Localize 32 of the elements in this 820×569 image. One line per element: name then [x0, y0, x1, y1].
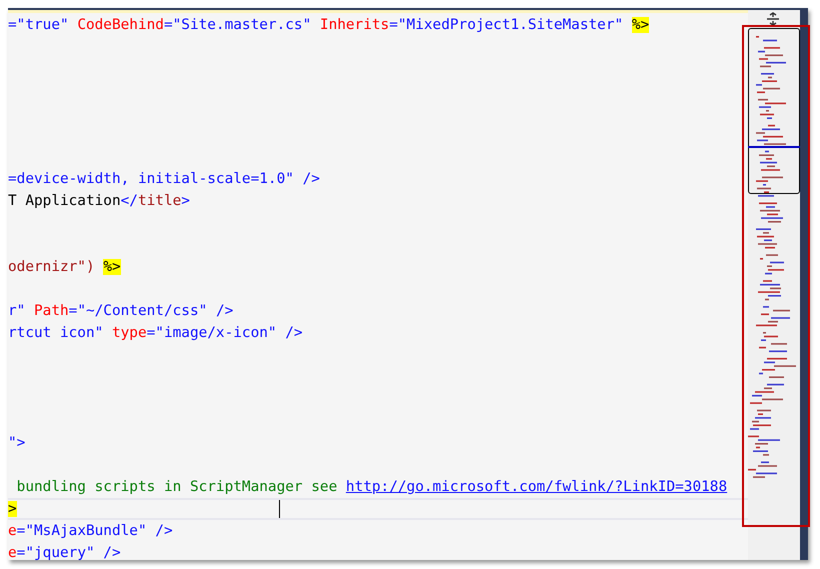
splitter-icon[interactable]: [766, 12, 780, 26]
attribute-name: type: [112, 325, 147, 341]
attribute-value: ="jquery" />: [16, 545, 121, 560]
attribute-name: Inherits: [320, 17, 390, 33]
attribute-value: </: [120, 193, 138, 209]
minimap-caret-line: [748, 146, 800, 148]
attribute-value: >: [181, 193, 190, 209]
code-text: T Application: [8, 193, 121, 209]
tag-name: odernizr"): [8, 259, 96, 275]
attribute-value: ="image/x-icon" />: [146, 325, 303, 341]
server-tag: %>: [632, 17, 650, 33]
text-cursor: [279, 500, 280, 518]
attribute-value: ="MsAjaxBundle" />: [16, 523, 173, 539]
attribute-name: Path: [34, 303, 69, 319]
attribute-value: rtcut icon": [8, 325, 104, 341]
tag-name: title: [138, 193, 182, 209]
comment-link[interactable]: http://go.microsoft.com/fwlink/?LinkID=30188: [346, 479, 728, 495]
server-tag: %>: [103, 259, 121, 275]
scrollbar[interactable]: [800, 10, 808, 560]
code-comment: bundling scripts in ScriptManager see: [16, 479, 338, 495]
attribute-value: r": [8, 303, 26, 319]
server-tag: >: [8, 501, 17, 517]
attribute-value: ="true": [8, 17, 70, 33]
attribute-name: e: [8, 545, 17, 560]
minimap-viewport[interactable]: [748, 28, 800, 194]
attribute-value: ="~/Content/css" />: [68, 303, 234, 319]
attribute-value: ="MixedProject1.SiteMaster": [389, 17, 624, 33]
attribute-value: ="Site.master.cs": [164, 17, 312, 33]
attribute-name: CodeBehind: [77, 17, 164, 33]
attribute-name: e: [8, 523, 17, 539]
attribute-value: =device-width, initial-scale=1.0" />: [8, 171, 320, 187]
attribute-value: ">: [8, 435, 26, 451]
